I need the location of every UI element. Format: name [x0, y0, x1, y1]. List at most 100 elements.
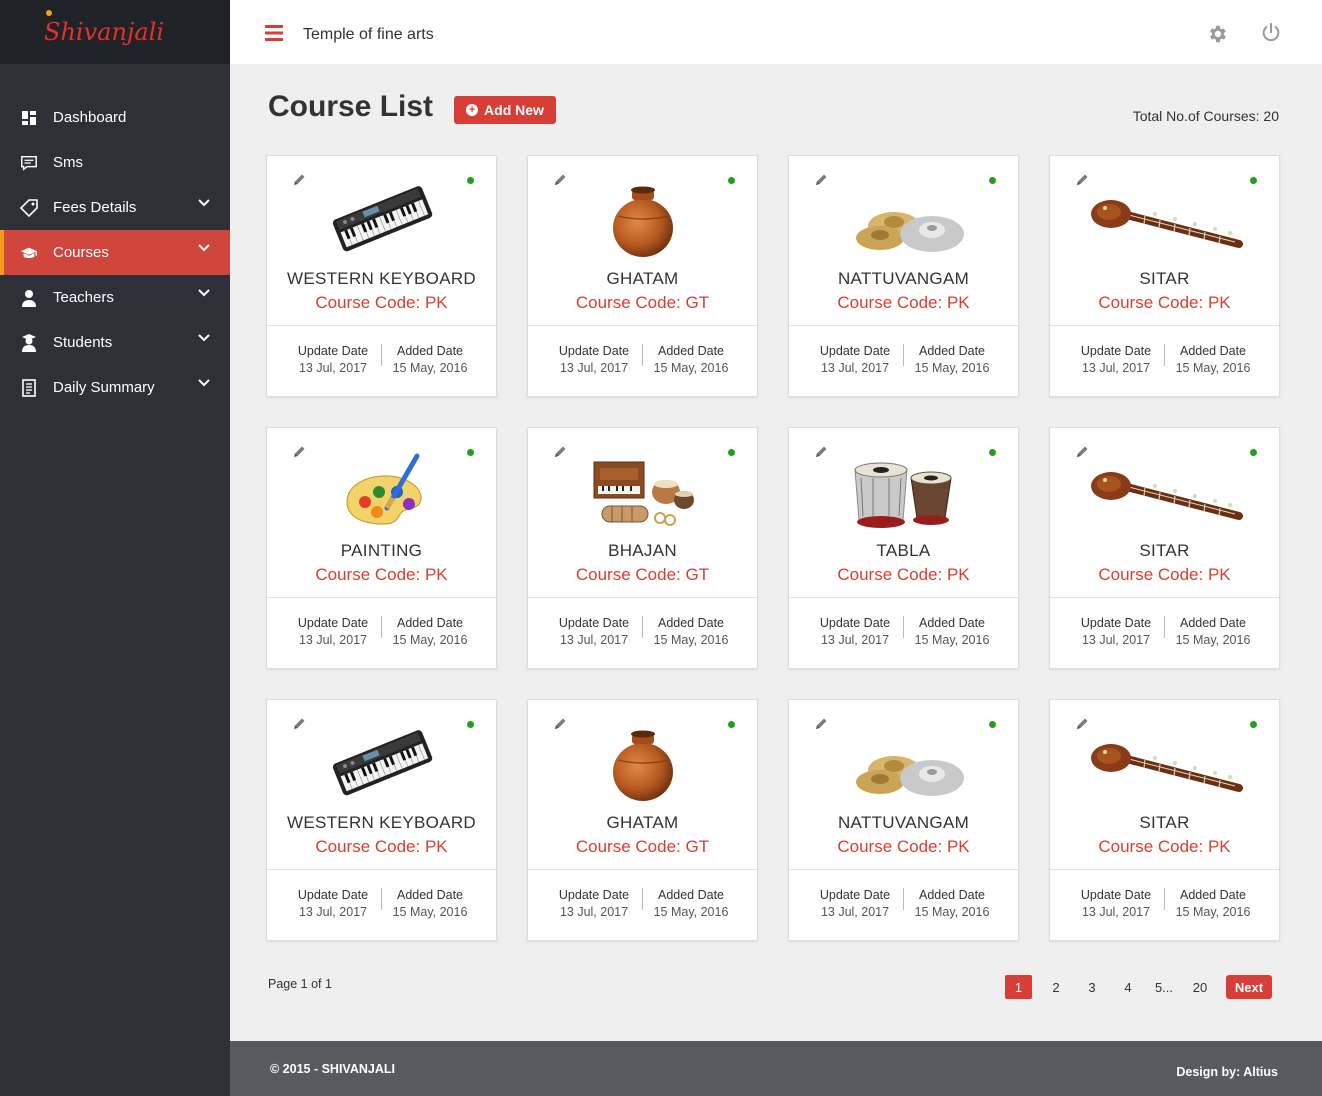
added-date-value: 15 May, 2016 — [1175, 905, 1251, 919]
page-title: Course List — [268, 90, 434, 123]
added-date-value: 15 May, 2016 — [914, 905, 990, 919]
menu-icon[interactable] — [265, 25, 283, 46]
sitar-image — [1050, 450, 1279, 534]
added-date-value: 15 May, 2016 — [653, 361, 729, 375]
added-date-col: Added Date 15 May, 2016 — [643, 870, 757, 940]
sidebar-item-daily-summary[interactable]: Daily Summary — [0, 365, 230, 410]
update-date-value: 13 Jul, 2017 — [298, 905, 368, 919]
ghatam-image — [528, 722, 757, 806]
added-date-col: Added Date 15 May, 2016 — [382, 326, 496, 396]
page-link[interactable]: 20 — [1188, 975, 1212, 999]
course-card[interactable]: PAINTING Course Code: PK Update Date 13 Jul… — [266, 427, 497, 669]
course-card[interactable]: GHATAM Course Code: GT Update Date 13 Jul, … — [527, 155, 758, 397]
update-date-value: 13 Jul, 2017 — [820, 633, 890, 647]
course-card[interactable]: BHAJAN Course Code: GT Update Date 13 Jul, … — [527, 427, 758, 669]
update-date-label: Update Date — [1080, 344, 1152, 358]
update-date-col: Update Date 13 Jul, 2017 — [528, 870, 642, 940]
page-link[interactable]: 2 — [1044, 975, 1068, 999]
course-card[interactable]: NATTUVANGAM Course Code: PK Update Date 13 … — [788, 155, 1019, 397]
sidebar-item-students[interactable]: Students — [0, 320, 230, 365]
course-card[interactable]: SITAR Course Code: PK Update Date 13 Jul, 2… — [1049, 427, 1280, 669]
update-date-value: 13 Jul, 2017 — [1081, 361, 1151, 375]
page-link[interactable]: 1 — [1005, 975, 1032, 999]
update-date-label: Update Date — [297, 344, 369, 358]
added-date-col: Added Date 15 May, 2016 — [643, 598, 757, 668]
added-date-label: Added Date — [1179, 616, 1247, 630]
course-dates: Update Date 13 Jul, 2017 Added Date 15 May,… — [528, 325, 757, 396]
added-date-col: Added Date 15 May, 2016 — [904, 598, 1018, 668]
update-date-value: 13 Jul, 2017 — [559, 905, 629, 919]
course-card[interactable]: GHATAM Course Code: GT Update Date 13 Jul, … — [527, 699, 758, 941]
update-date-col: Update Date 13 Jul, 2017 — [789, 598, 903, 668]
page-link[interactable]: 3 — [1080, 975, 1104, 999]
added-date-label: Added Date — [657, 344, 725, 358]
update-date-value: 13 Jul, 2017 — [559, 361, 629, 375]
added-date-value: 15 May, 2016 — [392, 905, 468, 919]
sidebar-item-sms[interactable]: Sms — [0, 140, 230, 185]
page-link[interactable]: 4 — [1116, 975, 1140, 999]
update-date-value: 13 Jul, 2017 — [1081, 633, 1151, 647]
course-card[interactable]: TABLA Course Code: PK Update Date 13 Jul, 2… — [788, 427, 1019, 669]
sidebar-item-teachers[interactable]: Teachers — [0, 275, 230, 320]
tag-icon — [20, 198, 38, 217]
update-date-col: Update Date 13 Jul, 2017 — [267, 598, 381, 668]
course-code: Course Code: PK — [837, 837, 970, 856]
course-code: Course Code: PK — [1098, 293, 1231, 312]
course-name: WESTERN KEYBOARD — [287, 813, 476, 832]
update-date-label: Update Date — [558, 344, 630, 358]
update-date-label: Update Date — [297, 616, 369, 630]
update-date-col: Update Date 13 Jul, 2017 — [1050, 870, 1164, 940]
palette-image — [267, 450, 496, 534]
added-date-value: 15 May, 2016 — [914, 361, 990, 375]
course-name: SITAR — [1139, 813, 1190, 832]
course-code: Course Code: PK — [315, 837, 448, 856]
update-date-label: Update Date — [558, 616, 630, 630]
keyboard-image — [267, 178, 496, 262]
chevron-down-icon — [198, 244, 210, 252]
course-code: Course Code: PK — [315, 293, 448, 312]
added-date-value: 15 May, 2016 — [392, 361, 468, 375]
tabla-image — [789, 450, 1018, 534]
course-card[interactable]: NATTUVANGAM Course Code: PK Update Date 13 … — [788, 699, 1019, 941]
next-button[interactable]: Next — [1226, 975, 1272, 999]
brand-logo[interactable]: Shivanjali — [0, 0, 230, 64]
sidebar-item-dashboard[interactable]: Dashboard — [0, 95, 230, 140]
course-card[interactable]: SITAR Course Code: PK Update Date 13 Jul, 2… — [1049, 155, 1280, 397]
course-name: SITAR — [1139, 541, 1190, 560]
course-card[interactable]: SITAR Course Code: PK Update Date 13 Jul, 2… — [1049, 699, 1280, 941]
added-date-value: 15 May, 2016 — [392, 633, 468, 647]
sitar-image — [1050, 178, 1279, 262]
gear-icon[interactable] — [1206, 23, 1228, 50]
sidebar-nav: Dashboard Sms Fees Details Courses Teach… — [0, 95, 230, 410]
power-icon[interactable] — [1260, 22, 1282, 49]
added-date-value: 15 May, 2016 — [653, 905, 729, 919]
course-card[interactable]: WESTERN KEYBOARD Course Code: PK Update Da… — [266, 155, 497, 397]
added-date-col: Added Date 15 May, 2016 — [904, 326, 1018, 396]
sidebar-item-fees-details[interactable]: Fees Details — [0, 185, 230, 230]
update-date-value: 13 Jul, 2017 — [820, 905, 890, 919]
update-date-value: 13 Jul, 2017 — [559, 633, 629, 647]
update-date-col: Update Date 13 Jul, 2017 — [789, 870, 903, 940]
course-name: BHAJAN — [608, 541, 677, 560]
added-date-label: Added Date — [1179, 888, 1247, 902]
app-title: Temple of fine arts — [303, 26, 434, 43]
added-date-value: 15 May, 2016 — [1175, 633, 1251, 647]
graduation-cap-icon — [20, 244, 38, 262]
page-info: Page 1 of 1 — [268, 977, 332, 991]
page-link[interactable]: 5... — [1152, 975, 1176, 999]
sidebar-item-label: Courses — [53, 244, 109, 261]
course-card[interactable]: WESTERN KEYBOARD Course Code: PK Update Da… — [266, 699, 497, 941]
update-date-col: Update Date 13 Jul, 2017 — [1050, 326, 1164, 396]
sidebar-item-courses[interactable]: Courses — [0, 230, 230, 275]
course-dates: Update Date 13 Jul, 2017 Added Date 15 May,… — [528, 869, 757, 940]
course-dates: Update Date 13 Jul, 2017 Added Date 15 May,… — [267, 869, 496, 940]
design-credit: Design by: Altius — [1176, 1065, 1278, 1079]
added-date-label: Added Date — [657, 616, 725, 630]
add-new-button[interactable]: + Add New — [454, 96, 556, 124]
total-courses: Total No.of Courses: 20 — [1132, 108, 1279, 124]
added-date-col: Added Date 15 May, 2016 — [1165, 598, 1279, 668]
added-date-col: Added Date 15 May, 2016 — [1165, 870, 1279, 940]
sidebar: Shivanjali Dashboard Sms Fees Details Co… — [0, 0, 230, 1096]
added-date-label: Added Date — [1179, 344, 1247, 358]
sidebar-item-label: Sms — [53, 154, 83, 171]
